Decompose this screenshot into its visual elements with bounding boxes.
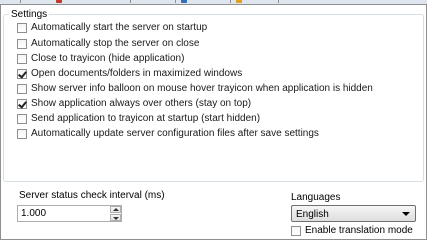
- option-autostop[interactable]: Automatically stop the server on close: [17, 37, 199, 50]
- option-label: Automatically update server configuratio…: [31, 128, 319, 139]
- option-checkbox[interactable]: [17, 98, 27, 109]
- settings-panel: Settings Automatically start the server …: [0, 5, 427, 240]
- tab-partial-2[interactable]: [52, 0, 131, 3]
- status-interval-stepper[interactable]: [17, 205, 122, 222]
- tab-icon: [56, 0, 62, 3]
- tab-icon: [181, 0, 187, 3]
- languages-label: Languages: [291, 192, 341, 203]
- option-stay-on-top[interactable]: Show application always over others (sta…: [17, 97, 251, 110]
- option-checkbox[interactable]: [17, 68, 27, 79]
- tab-partial-5[interactable]: [230, 0, 279, 3]
- option-autostart[interactable]: Automatically start the server on startu…: [17, 21, 207, 34]
- option-label: Automatically start the server on startu…: [31, 22, 208, 33]
- stepper-up-icon[interactable]: [110, 206, 121, 213]
- settings-group-title: Settings: [9, 9, 50, 20]
- status-interval-input[interactable]: [18, 206, 113, 221]
- option-label: Show application always over others (sta…: [31, 98, 252, 109]
- option-label: Send application to trayicon at startup …: [31, 113, 261, 124]
- option-checkbox[interactable]: [17, 53, 27, 64]
- option-label: Automatically stop the server on close: [31, 38, 200, 49]
- option-label: Close to trayicon (hide application): [31, 53, 185, 64]
- tab-icon: [236, 0, 242, 3]
- enable-translation-label: Enable translation mode: [305, 225, 413, 236]
- option-checkbox[interactable]: [17, 113, 27, 124]
- status-interval-label: Server status check interval (ms): [19, 190, 165, 201]
- option-open-maximized[interactable]: Open documents/folders in maximized wind…: [17, 67, 242, 80]
- enable-translation-checkbox[interactable]: [291, 225, 301, 236]
- tab-partial-4[interactable]: [175, 0, 231, 3]
- option-checkbox[interactable]: [17, 22, 27, 33]
- chevron-down-icon: [402, 212, 410, 216]
- enable-translation-option[interactable]: Enable translation mode: [291, 224, 413, 237]
- option-label: Show server info balloon on mouse hover …: [31, 83, 373, 94]
- option-close-to-tray[interactable]: Close to trayicon (hide application): [17, 52, 184, 65]
- option-checkbox[interactable]: [17, 38, 27, 49]
- option-checkbox[interactable]: [17, 128, 27, 139]
- language-select-value: English: [296, 209, 329, 220]
- option-start-hidden[interactable]: Send application to trayicon at startup …: [17, 112, 260, 125]
- tab-partial-1[interactable]: [0, 0, 21, 3]
- tab-partial-3[interactable]: [130, 0, 176, 3]
- option-checkbox[interactable]: [17, 83, 27, 94]
- language-select[interactable]: English: [291, 205, 416, 222]
- stepper-down-icon[interactable]: [110, 214, 121, 221]
- option-auto-update-config[interactable]: Automatically update server configuratio…: [17, 127, 319, 140]
- option-label: Open documents/folders in maximized wind…: [31, 68, 243, 79]
- stepper-buttons: [110, 206, 121, 221]
- option-info-balloon[interactable]: Show server info balloon on mouse hover …: [17, 82, 373, 95]
